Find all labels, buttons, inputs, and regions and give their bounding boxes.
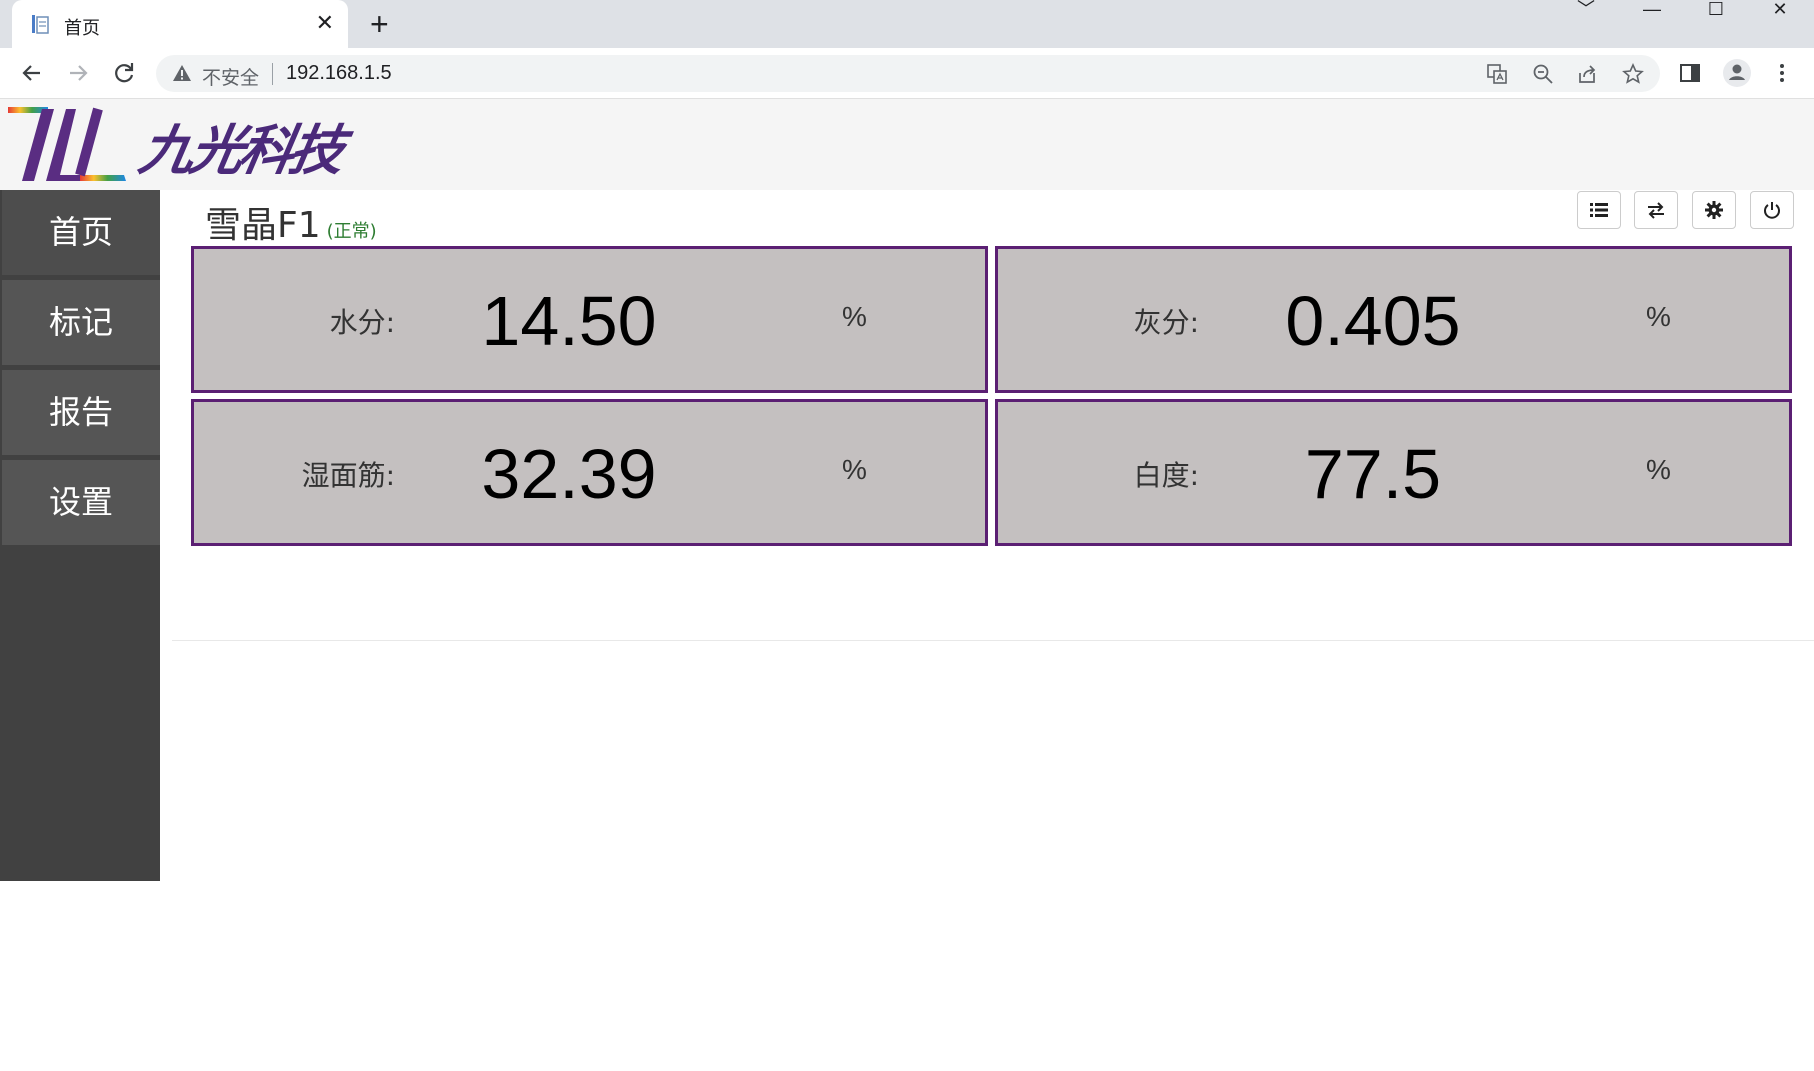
profile-icon[interactable] [1722, 58, 1752, 88]
close-window-button[interactable]: ✕ [1760, 0, 1800, 20]
settings-button[interactable] [1692, 191, 1736, 229]
reading-unit: % [1646, 301, 1671, 332]
reading-unit: % [842, 454, 867, 485]
zoom-icon[interactable] [1532, 63, 1554, 85]
bookmark-star-icon[interactable] [1622, 63, 1644, 85]
tab-strip: 首页 ✕ + ﹀ — ☐ ✕ [0, 0, 1814, 48]
warning-icon[interactable] [172, 63, 192, 83]
reading-card-ash: 灰分: 0.405 % [995, 246, 1792, 393]
tab-title: 首页 [64, 18, 100, 38]
side-panel-icon[interactable] [1678, 61, 1702, 85]
address-bar[interactable]: 不安全 192.168.1.5 [156, 55, 1660, 92]
back-icon[interactable] [16, 57, 48, 89]
reading-value: 32.39 [481, 435, 657, 513]
reading-card-wet-gluten: 湿面筋: 32.39 % [191, 399, 988, 546]
sidebar-item-settings[interactable]: 设置 [2, 460, 160, 545]
browser-toolbar: 不安全 192.168.1.5 [0, 48, 1814, 99]
company-logo-text: 九光科技 [134, 119, 346, 182]
device-title: 雪晶F1 (正常) [205, 196, 377, 248]
list-button[interactable] [1577, 191, 1621, 229]
device-status: (正常) [326, 221, 377, 242]
forward-icon[interactable] [62, 57, 94, 89]
content-divider [172, 640, 1814, 641]
new-tab-button[interactable]: + [370, 6, 389, 42]
reading-card-whiteness: 白度: 77.5 % [995, 399, 1792, 546]
maximize-button[interactable]: ☐ [1696, 0, 1736, 20]
sidebar-item-mark[interactable]: 标记 [2, 280, 160, 365]
sidebar-item-report[interactable]: 报告 [2, 370, 160, 455]
sidebar-bottom-fragment [38, 1062, 52, 1071]
url-text[interactable]: 192.168.1.5 [286, 62, 392, 85]
reading-card-moisture: 水分: 14.50 % [191, 246, 988, 393]
translate-icon[interactable] [1486, 63, 1508, 85]
power-button[interactable] [1750, 191, 1794, 229]
app-header: 九光科技 [0, 99, 1814, 190]
reload-icon[interactable] [108, 57, 140, 89]
list-icon [1590, 203, 1608, 217]
reading-value: 14.50 [481, 282, 657, 360]
device-name: 雪晶F1 [205, 205, 321, 246]
reading-label: 白度: [1133, 459, 1199, 492]
transfer-button[interactable] [1634, 191, 1678, 229]
page-icon [32, 15, 49, 34]
reading-unit: % [842, 301, 867, 332]
reading-label: 灰分: [1133, 306, 1199, 339]
menu-icon[interactable] [1770, 61, 1794, 85]
tab-close-icon[interactable]: ✕ [316, 10, 334, 36]
share-icon[interactable] [1576, 63, 1598, 85]
reading-value: 77.5 [1304, 435, 1442, 513]
company-logo-mark [8, 107, 126, 181]
gear-icon [1705, 201, 1723, 219]
tab-search-icon[interactable]: ﹀ [1566, 0, 1606, 20]
reading-value: 0.405 [1285, 282, 1461, 360]
power-icon [1764, 202, 1780, 219]
omnibox-separator [272, 63, 273, 85]
reading-label: 水分: [329, 306, 395, 339]
insecure-label[interactable]: 不安全 [202, 63, 259, 90]
sidebar-item-home[interactable]: 首页 [2, 190, 160, 275]
browser-tab[interactable]: 首页 ✕ [12, 0, 348, 48]
minimize-button[interactable]: — [1632, 0, 1672, 20]
reading-unit: % [1646, 454, 1671, 485]
transfer-icon [1648, 202, 1664, 219]
reading-label: 湿面筋: [301, 459, 395, 492]
sidebar: 首页 标记 报告 设置 [0, 190, 160, 1071]
